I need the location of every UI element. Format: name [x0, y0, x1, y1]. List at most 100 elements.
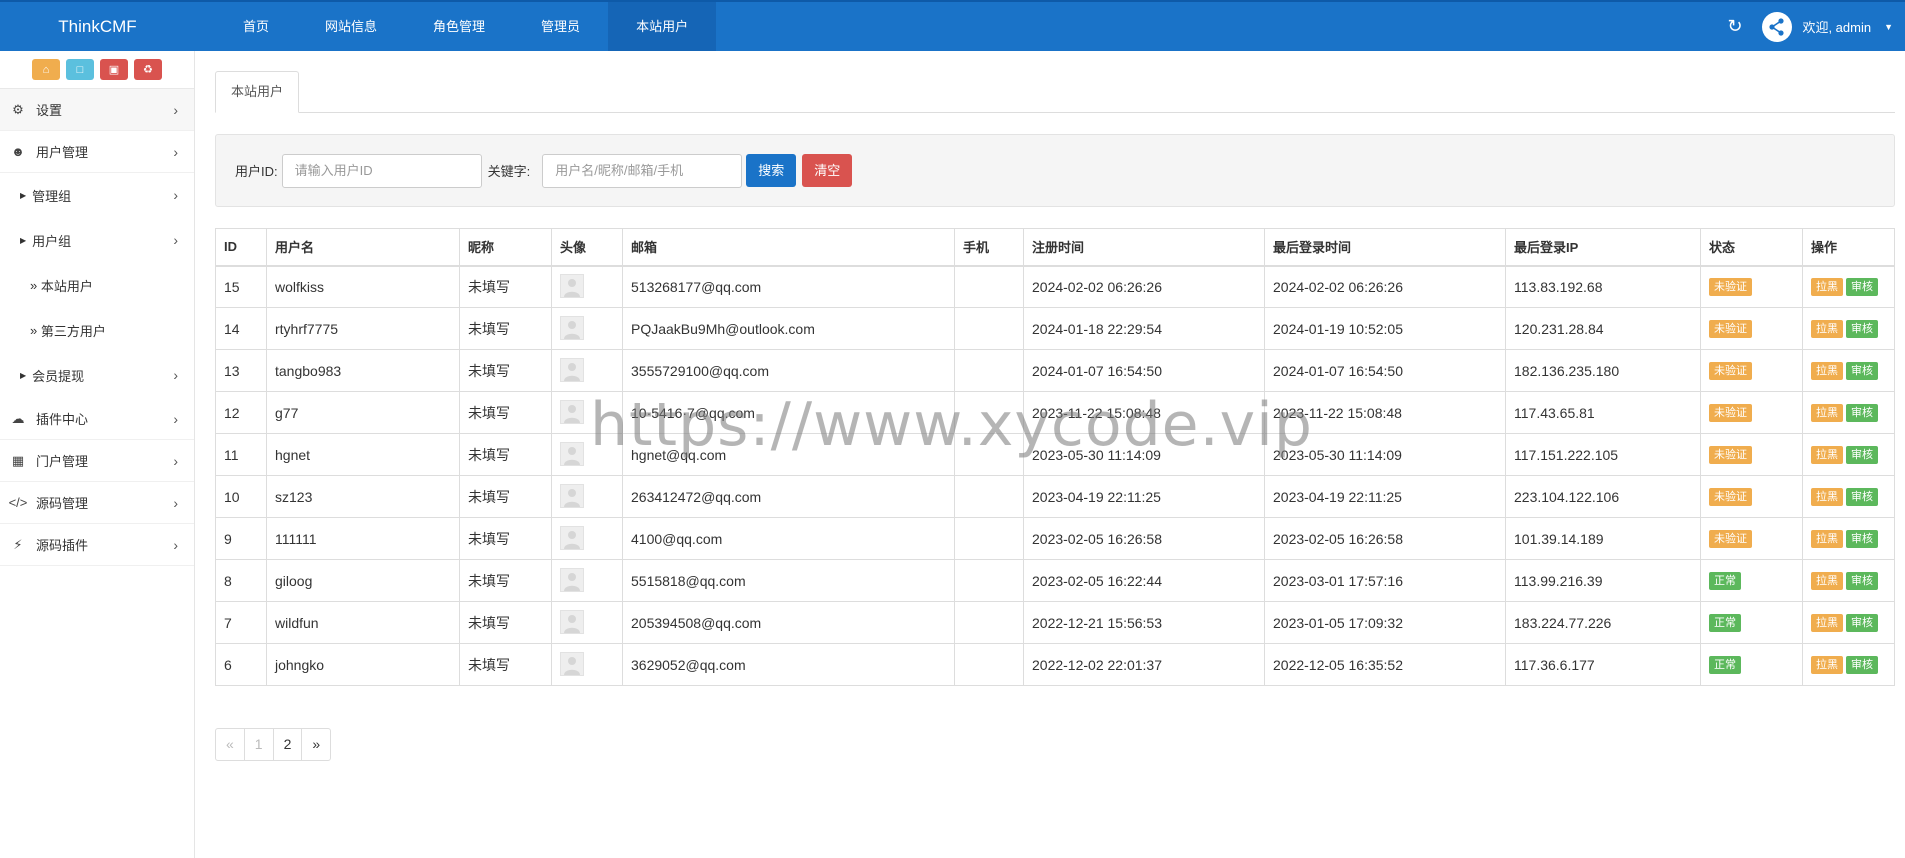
page-1[interactable]: 1 — [243, 728, 274, 761]
cell-register-time: 2023-02-05 16:26:58 — [1023, 517, 1265, 560]
blacklist-button[interactable]: 拉黑 — [1811, 362, 1843, 380]
table-row: 14 rtyhrf7775 未填写 PQJaakBu9Mh@outlook.com 20… — [215, 307, 1895, 350]
cell-nickname: 未填写 — [459, 517, 552, 560]
review-button[interactable]: 审核 — [1846, 614, 1878, 632]
cell-actions: 拉黑 审核 — [1802, 433, 1895, 476]
blacklist-button[interactable]: 拉黑 — [1811, 278, 1843, 297]
sidebar-item-user-management[interactable]: ☻ 用户管理 › — [0, 131, 194, 173]
page-2[interactable]: 2 — [272, 728, 303, 761]
sidebar-item-site-users[interactable]: » 本站用户 — [0, 263, 194, 308]
sidebar-item-user-group[interactable]: ▶ 用户组 › — [0, 218, 194, 263]
review-button[interactable]: 审核 — [1846, 488, 1878, 506]
sidebar-item-source-plugins[interactable]: ⚡ 源码插件 › — [0, 524, 194, 566]
blacklist-button[interactable]: 拉黑 — [1811, 530, 1843, 548]
review-button[interactable]: 审核 — [1846, 446, 1878, 464]
status-badge: 未验证 — [1709, 320, 1752, 338]
sidebar-item-source-management[interactable]: </> 源码管理 › — [0, 482, 194, 524]
blacklist-button[interactable]: 拉黑 — [1811, 572, 1843, 590]
sidebar-item-third-party-users[interactable]: » 第三方用户 — [0, 308, 194, 353]
cell-email: 5515818@qq.com — [622, 559, 955, 602]
review-button[interactable]: 审核 — [1846, 362, 1878, 380]
cell-id: 12 — [215, 391, 267, 434]
review-button[interactable]: 审核 — [1846, 404, 1878, 422]
search-button[interactable]: 搜索 — [746, 154, 797, 187]
cloud-icon: ☁ — [11, 410, 25, 426]
blacklist-button[interactable]: 拉黑 — [1811, 320, 1843, 338]
blacklist-button[interactable]: 拉黑 — [1811, 656, 1843, 674]
avatar-placeholder-icon — [560, 441, 584, 466]
review-button[interactable]: 审核 — [1846, 320, 1878, 338]
review-button[interactable]: 审核 — [1846, 572, 1878, 590]
page-next[interactable]: » — [301, 728, 332, 761]
cell-id: 10 — [215, 475, 267, 518]
nav-roles[interactable]: 角色管理 — [405, 2, 513, 51]
sidebar-item-portal[interactable]: ▦ 门户管理 › — [0, 440, 194, 482]
cell-email: hgnet@qq.com — [622, 433, 955, 476]
blacklist-button[interactable]: 拉黑 — [1811, 614, 1843, 632]
nav-home[interactable]: 首页 — [215, 2, 297, 51]
home-icon[interactable]: ⌂ — [32, 59, 60, 80]
user-menu[interactable]: 欢迎, admin ▼ — [1762, 11, 1893, 42]
clear-button[interactable]: 清空 — [802, 154, 853, 187]
review-button[interactable]: 审核 — [1846, 656, 1878, 674]
sidebar-item-plugins[interactable]: ☁ 插件中心 › — [0, 398, 194, 440]
cell-nickname: 未填写 — [459, 307, 552, 350]
table-row: 7 wildfun 未填写 205394508@qq.com 2022-12-21 15… — [215, 601, 1895, 644]
cell-status: 未验证 — [1700, 433, 1803, 476]
top-nav: 首页 网站信息 角色管理 管理员 本站用户 — [215, 2, 717, 51]
user-id-label: 用户ID: — [235, 164, 278, 179]
brand-logo[interactable]: ThinkCMF — [0, 2, 195, 51]
trash-icon[interactable]: ▣ — [100, 59, 128, 80]
blacklist-button[interactable]: 拉黑 — [1811, 488, 1843, 506]
caret-right-icon: ▶ — [20, 371, 27, 380]
review-button[interactable]: 审核 — [1846, 278, 1878, 297]
avatar-placeholder-icon — [560, 273, 584, 298]
cell-avatar — [551, 433, 623, 476]
sidebar-item-withdraw[interactable]: ▶ 会员提现 › — [0, 353, 194, 398]
cell-status: 未验证 — [1700, 265, 1803, 308]
nav-admins[interactable]: 管理员 — [513, 2, 608, 51]
cell-actions: 拉黑 审核 — [1802, 559, 1895, 602]
cell-nickname: 未填写 — [459, 475, 552, 518]
cell-status: 未验证 — [1700, 391, 1803, 434]
cell-actions: 拉黑 审核 — [1802, 349, 1895, 392]
cell-status: 正常 — [1700, 643, 1803, 686]
cell-actions: 拉黑 审核 — [1802, 517, 1895, 560]
cell-avatar — [551, 307, 623, 350]
sidebar-item-admin-group[interactable]: ▶ 管理组 › — [0, 173, 194, 218]
page-prev[interactable]: « — [215, 728, 245, 761]
table-row: 10 sz123 未填写 263412472@qq.com 2023-04-19 22:… — [215, 475, 1895, 518]
keyword-input[interactable] — [542, 153, 743, 188]
cell-username: wolfkiss — [266, 265, 460, 308]
tab-bar: 本站用户 — [215, 71, 1895, 113]
welcome-text: 欢迎, admin — [1802, 20, 1872, 35]
cell-username: wildfun — [266, 601, 460, 644]
file-icon[interactable]: □ — [66, 59, 94, 80]
recycle-icon[interactable]: ♻ — [134, 59, 162, 80]
table-row: 15 wolfkiss 未填写 513268177@qq.com 2024-02-02 … — [215, 265, 1895, 308]
cell-status: 未验证 — [1700, 475, 1803, 518]
refresh-icon[interactable]: ↻ — [1727, 16, 1742, 37]
sidebar-toolbar: ⌂ □ ▣ ♻ — [0, 51, 194, 89]
cell-email: 513268177@qq.com — [622, 265, 955, 308]
tab-site-users[interactable]: 本站用户 — [215, 71, 300, 113]
table-header-row: ID 用户名 昵称 头像 邮箱 手机 注册时间 最后登录时间 最后登录IP 状态… — [215, 228, 1895, 267]
cell-register-time: 2023-11-22 15:08:48 — [1023, 391, 1265, 434]
blacklist-button[interactable]: 拉黑 — [1811, 446, 1843, 464]
avatar-placeholder-icon — [560, 315, 584, 340]
blacklist-button[interactable]: 拉黑 — [1811, 404, 1843, 422]
cell-username: sz123 — [266, 475, 460, 518]
cell-email: 10·5416·7@qq.com — [622, 391, 955, 434]
review-button[interactable]: 审核 — [1846, 530, 1878, 548]
cell-last-login-time: 2022-12-05 16:35:52 — [1264, 643, 1506, 686]
sidebar-item-settings[interactable]: ⚙ 设置 › — [0, 89, 194, 131]
nav-site-users[interactable]: 本站用户 — [608, 2, 717, 51]
avatar-placeholder-icon — [560, 357, 584, 382]
nav-site-info[interactable]: 网站信息 — [297, 2, 405, 51]
cell-phone — [954, 391, 1024, 434]
cell-actions: 拉黑 审核 — [1802, 307, 1895, 350]
table-row: 12 g77 未填写 10·5416·7@qq.com 2023-11-22 15:08… — [215, 391, 1895, 434]
avatar-placeholder-icon — [560, 483, 584, 508]
cell-last-login-time: 2023-02-05 16:26:58 — [1264, 517, 1506, 560]
user-id-input[interactable] — [281, 153, 482, 188]
